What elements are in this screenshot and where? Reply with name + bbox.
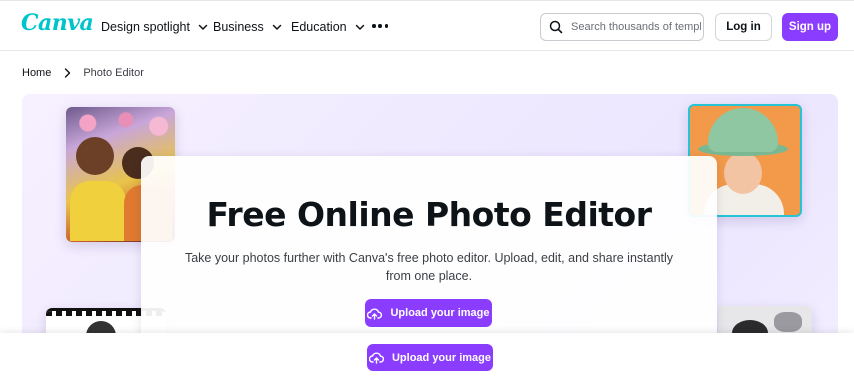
sticky-upload-bar: Upload your image <box>0 333 854 379</box>
search-box[interactable] <box>540 13 704 41</box>
sticky-upload-image-button[interactable]: Upload your image <box>367 344 493 371</box>
canva-logo[interactable]: Canva <box>21 10 94 36</box>
hero-description: Take your photos further with Canva's fr… <box>184 251 674 283</box>
nav-design-spotlight[interactable]: Design spotlight <box>101 18 208 36</box>
more-horizontal-icon[interactable] <box>372 18 388 34</box>
chevron-down-icon <box>272 24 281 30</box>
nav-business[interactable]: Business <box>213 18 282 36</box>
chevron-down-icon <box>198 24 208 30</box>
breadcrumb: Home Photo Editor <box>22 67 144 79</box>
upload-label: Upload your image <box>391 351 492 364</box>
top-navigation: Canva Design spotlight Business Educatio… <box>0 0 854 51</box>
login-button[interactable]: Log in <box>715 13 772 41</box>
upload-label: Upload your image <box>390 307 490 319</box>
nav-label: Design spotlight <box>101 20 190 34</box>
chevron-right-icon <box>65 68 71 78</box>
breadcrumb-current: Photo Editor <box>83 67 144 79</box>
upload-cloud-icon <box>368 352 384 364</box>
breadcrumb-home-link[interactable]: Home <box>22 67 51 79</box>
nav-label: Business <box>213 20 264 34</box>
upload-cloud-icon <box>367 308 383 320</box>
search-icon <box>549 20 563 34</box>
upload-image-button[interactable]: Upload your image <box>365 299 492 327</box>
signup-button[interactable]: Sign up <box>782 13 838 41</box>
search-input[interactable] <box>571 21 701 33</box>
page-title: Free Online Photo Editor <box>206 195 652 234</box>
chevron-down-icon <box>355 24 364 30</box>
nav-education[interactable]: Education <box>291 18 365 36</box>
nav-label: Education <box>291 20 347 34</box>
